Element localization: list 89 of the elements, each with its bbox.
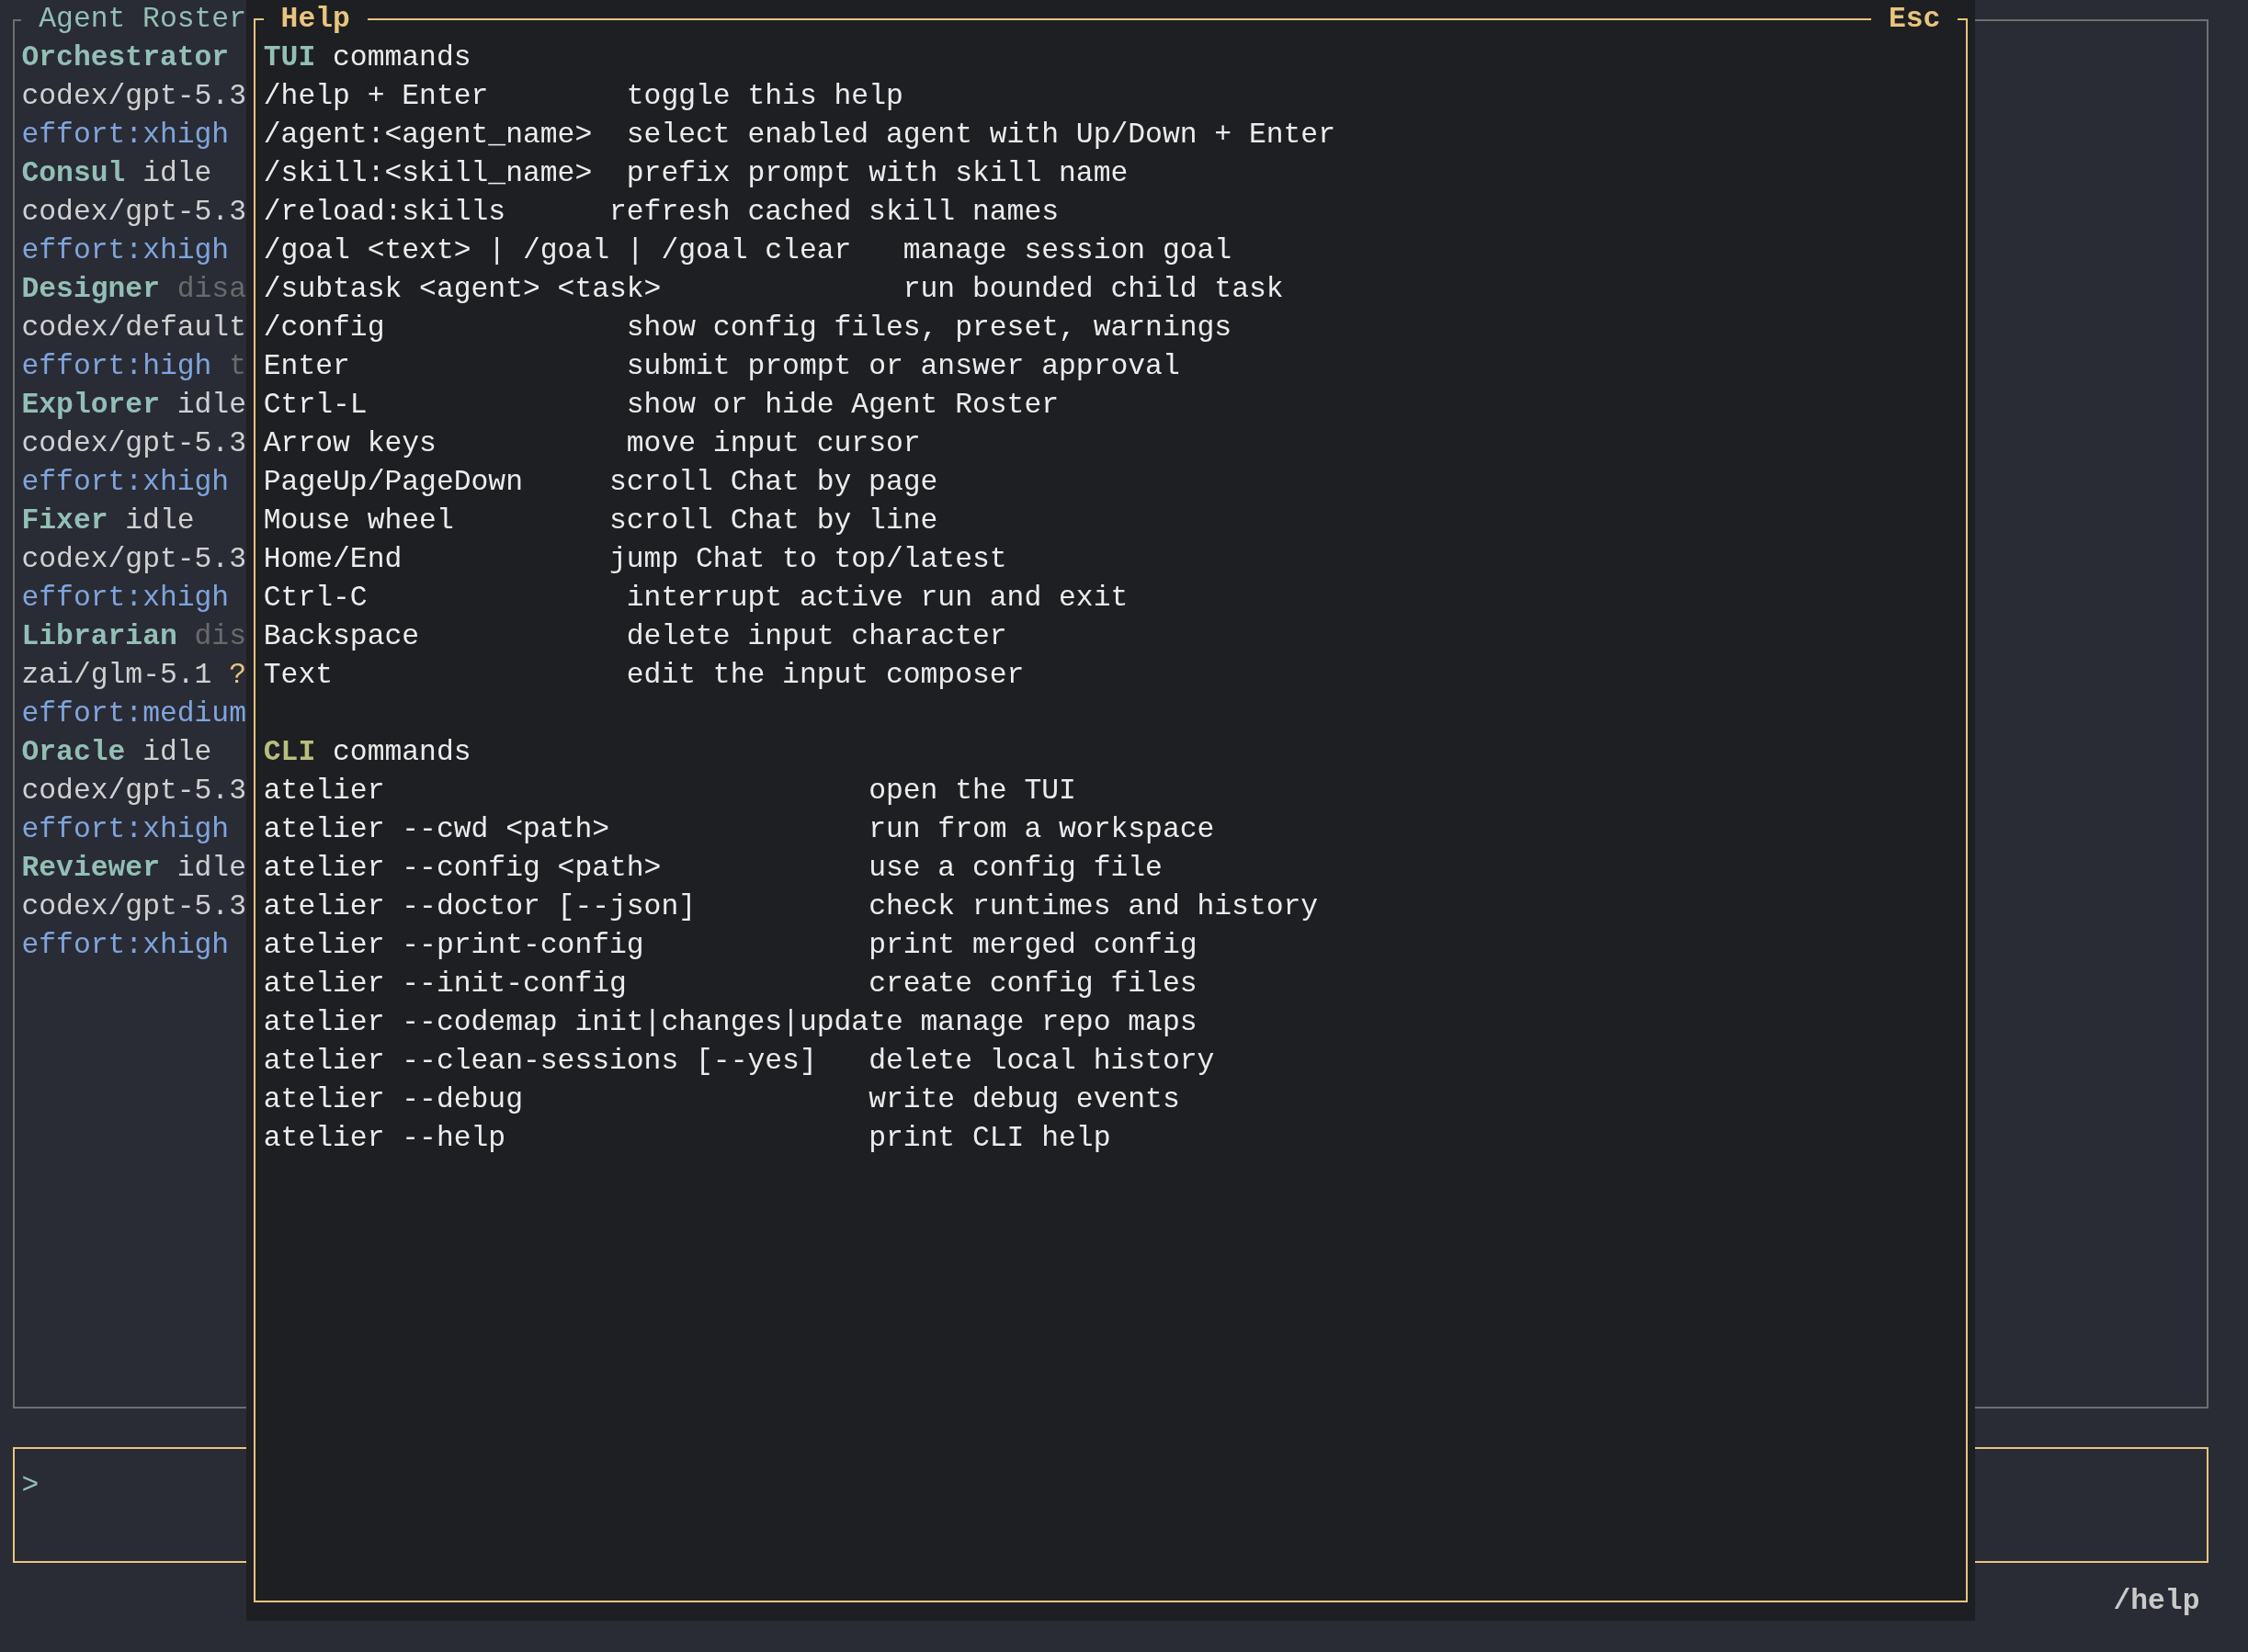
command-description: manage repo maps	[920, 1005, 1198, 1040]
command-text: /goal <text> | /goal | /goal clear	[263, 233, 853, 268]
agent-model: codex/default	[21, 311, 246, 345]
model-suffix-text: ?	[229, 658, 246, 693]
command-description: show or hide Agent Roster	[626, 388, 1060, 423]
section-heading: TUI commands	[263, 40, 471, 75]
command-description: submit prompt or answer approval	[626, 349, 1180, 384]
agent-status: disa	[176, 272, 246, 307]
agent-name: Reviewer	[21, 851, 160, 886]
command-description: delete input character	[626, 619, 1007, 654]
command-text: Text	[263, 658, 335, 693]
command-description: check runtimes and history	[869, 889, 1319, 924]
agent-status: idle	[142, 735, 212, 770]
command-description: run bounded child task	[903, 272, 1284, 307]
agent-model: codex/gpt-5.3	[21, 426, 246, 461]
command-description: open the TUI	[869, 774, 1076, 809]
command-description: toggle this help	[626, 79, 903, 114]
command-text: atelier --debug	[263, 1082, 524, 1117]
command-text: Home/End	[263, 542, 403, 577]
command-text: /config	[263, 311, 386, 345]
agent-model: codex/gpt-5.3	[21, 542, 246, 577]
agent-model: codex/gpt-5.3	[21, 79, 246, 114]
command-text: atelier --help	[263, 1121, 507, 1156]
agent-effort: effort:xhigh	[21, 118, 230, 153]
effort-extra-text: t	[229, 349, 246, 384]
agent-effort: effort:xhigh	[21, 465, 230, 500]
command-text: /skill:<skill_name>	[263, 156, 594, 191]
agent-model: codex/gpt-5.3	[21, 774, 246, 809]
command-description: move input cursor	[626, 426, 921, 461]
agent-name: Fixer	[21, 504, 108, 538]
command-text: Ctrl-C	[263, 581, 369, 616]
agent-name: Designer	[21, 272, 160, 307]
agent-status: dis	[194, 619, 246, 654]
command-text: atelier --cwd <path>	[263, 812, 610, 847]
command-description: show config files, preset, warnings	[626, 311, 1232, 345]
agent-effort: effort:xhigh	[21, 928, 230, 963]
agent-effort: effort:high	[21, 349, 212, 384]
command-text: atelier	[263, 774, 386, 809]
agent-effort: effort:xhigh	[21, 233, 230, 268]
command-description: print CLI help	[869, 1121, 1111, 1156]
command-description: select enabled agent with Up/Down + Enter	[626, 118, 1335, 153]
command-text: /agent:<agent_name>	[263, 118, 594, 153]
command-description: print merged config	[869, 928, 1198, 963]
agent-name: Explorer	[21, 388, 160, 423]
command-text: atelier --clean-sessions [--yes]	[263, 1044, 818, 1079]
command-text: Ctrl-L	[263, 388, 369, 423]
agent-name: Orchestrator	[21, 40, 230, 75]
agent-effort: effort:xhigh	[21, 812, 230, 847]
command-description: manage session goal	[903, 233, 1232, 268]
agent-status: idle	[176, 851, 246, 886]
command-description: delete local history	[869, 1044, 1215, 1079]
agent-name: Oracle	[21, 735, 126, 770]
command-text: /reload:skills	[263, 195, 507, 230]
command-text: /subtask <agent> <task>	[263, 272, 663, 307]
command-description: prefix prompt with skill name	[626, 156, 1129, 191]
command-text: atelier --codemap init|changes|update	[263, 1005, 904, 1040]
status-command: /help	[2113, 1584, 2200, 1619]
command-description: scroll Chat by page	[609, 465, 938, 500]
command-description: use a config file	[869, 851, 1163, 886]
command-description: scroll Chat by line	[609, 504, 938, 538]
command-text: atelier --print-config	[263, 928, 645, 963]
command-description: create config files	[869, 967, 1198, 1001]
agent-effort: effort:xhigh	[21, 581, 230, 616]
command-text: Backspace	[263, 619, 421, 654]
command-description: refresh cached skill names	[609, 195, 1060, 230]
command-text: /help + Enter	[263, 79, 490, 114]
command-description: run from a workspace	[869, 812, 1215, 847]
agent-status: idle	[125, 504, 195, 538]
command-text: Enter	[263, 349, 351, 384]
agent-name: Librarian	[21, 619, 177, 654]
command-text: PageUp/PageDown	[263, 465, 524, 500]
agent-status: idle	[176, 388, 246, 423]
agent-status: idle	[142, 156, 212, 191]
command-text: Arrow keys	[263, 426, 437, 461]
command-text: Mouse wheel	[263, 504, 455, 538]
command-description: jump Chat to top/latest	[609, 542, 1007, 577]
agent-effort: effort:medium	[21, 696, 246, 731]
prompt-symbol: >	[21, 1469, 40, 1501]
command-description: edit the input composer	[626, 658, 1025, 693]
command-text: atelier --init-config	[263, 967, 628, 1001]
command-text: atelier --doctor [--json]	[263, 889, 698, 924]
agent-model: codex/gpt-5.3	[21, 195, 246, 230]
section-heading: CLI commands	[263, 735, 471, 770]
command-description: write debug events	[869, 1082, 1180, 1117]
agent-model: codex/gpt-5.3	[21, 889, 246, 924]
command-text: atelier --config <path>	[263, 851, 663, 886]
agent-name: Consul	[21, 156, 126, 191]
agent-model: zai/glm-5.1	[21, 658, 212, 693]
command-description: interrupt active run and exit	[626, 581, 1129, 616]
